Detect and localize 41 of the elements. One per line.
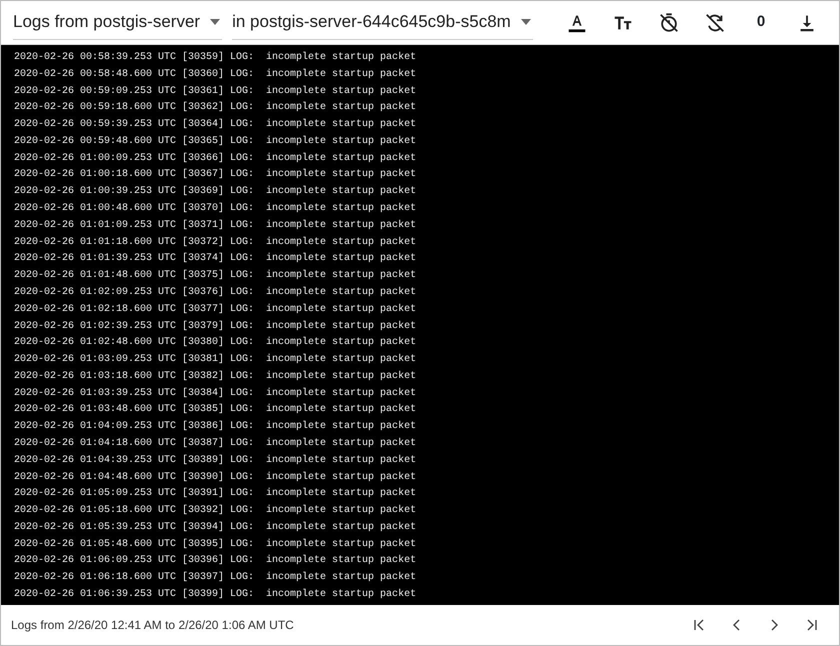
log-line: 2020-02-26 01:06:09.253 UTC [30396] LOG: incomplete startup packet (14, 554, 418, 568)
log-line: 2020-02-26 01:05:09.253 UTC [30391] LOG: incomplete startup packet (14, 486, 418, 502)
log-line: 2020-02-26 01:03:18.600 UTC [30382] LOG: incomplete startup packet (14, 370, 418, 384)
log-line: 2020-02-26 01:02:48.600 UTC [30380] LOG: incomplete startup packet (14, 336, 418, 350)
log-line: 2020-02-26 01:04:48.600 UTC [30390] LOG: incomplete startup packet (14, 470, 418, 485)
log-line: 2020-02-26 01:01:18.600 UTC [30372] LOG: incomplete startup packet (14, 236, 418, 250)
log-line: 2020-02-26 01:03:39.253 UTC [30384] LOG: incomplete startup packet (14, 386, 418, 401)
log-line: 2020-02-26 01:04:18.600 UTC [30387] LOG: incomplete startup packet (14, 436, 418, 451)
log-line: 2020-02-26 01:06:39.253 UTC [30399] LOG: incomplete startup packet (14, 588, 418, 602)
log-line: 2020-02-26 00:59:09.253 UTC [30361] LOG: incomplete startup packet (14, 84, 418, 99)
dropdown-caret-icon (210, 18, 220, 24)
log-line: 2020-02-26 01:05:39.253 UTC [30394] LOG: incomplete startup packet (14, 520, 418, 535)
log-line: 2020-02-26 01:04:09.253 UTC [30386] LOG: incomplete startup packet (14, 420, 418, 434)
log-line: 2020-02-26 01:03:09.253 UTC [30381] LOG: incomplete startup packet (14, 352, 418, 368)
log-line: 2020-02-26 00:59:48.600 UTC [30365] LOG: incomplete startup packet (14, 134, 418, 149)
log-line: 2020-02-26 01:02:09.253 UTC [30376] LOG: incomplete startup packet (14, 286, 418, 300)
pod-select[interactable]: Logs from postgis-server (13, 4, 222, 40)
log-line: 2020-02-26 01:01:39.253 UTC [30374] LOG: incomplete startup packet (14, 252, 418, 266)
dropdown-caret-icon (520, 18, 531, 24)
log-line: 2020-02-26 01:03:48.600 UTC [30385] LOG: incomplete startup packet (14, 402, 418, 418)
log-line: 2020-02-26 01:01:09.253 UTC [30371] LOG: incomplete startup packet (14, 218, 418, 233)
log-line: 2020-02-26 01:04:39.253 UTC [30389] LOG: incomplete startup packet (14, 454, 418, 468)
log-line: 2020-02-26 00:58:48.600 UTC [30360] LOG: incomplete startup packet (14, 68, 418, 82)
timer-off-icon (658, 12, 680, 34)
log-line: 2020-02-26 01:06:18.600 UTC [30397] LOG: incomplete startup packet (14, 570, 418, 586)
log-line: 2020-02-26 01:00:18.600 UTC [30367] LOG: incomplete startup packet (14, 168, 418, 182)
log-line: 2020-02-26 01:02:18.600 UTC [30377] LOG: incomplete startup packet (14, 302, 418, 317)
log-line: 2020-02-26 00:58:39.253 UTC [30359] LOG: incomplete startup packet (14, 50, 418, 65)
log-line: 2020-02-26 01:05:48.600 UTC [30395] LOG: incomplete startup packet (14, 538, 418, 552)
log-line: 2020-02-26 01:00:09.253 UTC [30366] LOG: incomplete startup packet (14, 152, 418, 166)
log-line: 2020-02-26 01:00:48.600 UTC [30370] LOG: incomplete startup packet (14, 202, 418, 216)
log-range-text: Logs from 2/26/20 12:41 AM to 2/26/20 1:06 AM UTC (11, 617, 294, 634)
log-line: 2020-02-26 01:00:39.253 UTC [30369] LOG: incomplete startup packet (14, 184, 418, 200)
log-line: 2020-02-26 01:05:18.600 UTC [30392] LOG: incomplete startup packet (14, 504, 418, 518)
line-counter: 0 (756, 12, 766, 32)
log-line: 2020-02-26 01:01:48.600 UTC [30375] LOG: incomplete startup packet (14, 268, 418, 284)
log-line: 2020-02-26 00:59:18.600 UTC [30362] LOG: incomplete startup packet (14, 100, 418, 116)
log-line: 2020-02-26 01:02:39.253 UTC [30379] LOG: incomplete startup packet (14, 320, 418, 334)
refresh-off-icon (704, 12, 726, 34)
container-select[interactable]: in postgis-server-644c645c9b-s5c8m (232, 4, 533, 40)
log-line: 2020-02-26 00:59:39.253 UTC [30364] LOG: incomplete startup packet (14, 118, 418, 132)
